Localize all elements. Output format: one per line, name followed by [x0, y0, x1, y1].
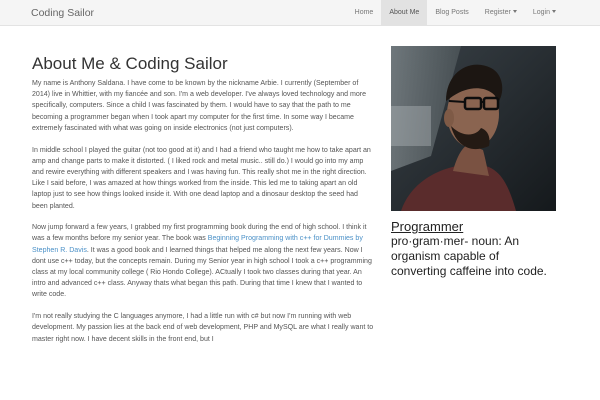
nav-home-label: Home [354, 9, 374, 16]
definition-text: pro·gram·mer- noun: An organism capable … [391, 234, 547, 278]
caret-down-icon [552, 10, 556, 13]
nav-login-dropdown[interactable]: Login [525, 0, 564, 26]
paragraph-first-book: Now jump forward a few years, I grabbed … [32, 222, 374, 300]
main-content: About Me & Coding Sailor My name is Anth… [32, 54, 374, 355]
nav-about-me-label: About Me [389, 9, 420, 16]
nav-register-dropdown[interactable]: Register [477, 0, 525, 26]
nav-register-label: Register [484, 9, 511, 16]
nav-blog-posts[interactable]: Blog Posts [427, 0, 476, 26]
paragraph-text: . It was a good book and I learned thing… [32, 246, 372, 299]
paragraph-intro: My name is Anthony Saldana. I have come … [32, 80, 367, 132]
paragraph-middle-school: In middle school I played the guitar (no… [32, 146, 371, 210]
nav-about-me[interactable]: About Me [381, 0, 428, 26]
definition-title: Programmer [391, 219, 464, 234]
nav-home[interactable]: Home [347, 0, 382, 26]
nav-blog-posts-label: Blog Posts [435, 9, 469, 16]
nav-login-label: Login [532, 9, 550, 16]
profile-photo [391, 46, 556, 211]
nav-menu: Home About Me Blog Posts Register Login [347, 0, 564, 26]
page-title: About Me & Coding Sailor [32, 54, 228, 73]
caret-down-icon [512, 10, 517, 13]
paragraph-web-development: I'm not really studying the C languages … [32, 313, 374, 343]
sidebar: Programmer pro·gram·mer- noun: An organi… [391, 46, 556, 279]
site-brand[interactable]: Coding Sailor [31, 0, 94, 26]
navbar: Coding Sailor Home About Me Blog Posts R… [0, 0, 600, 26]
